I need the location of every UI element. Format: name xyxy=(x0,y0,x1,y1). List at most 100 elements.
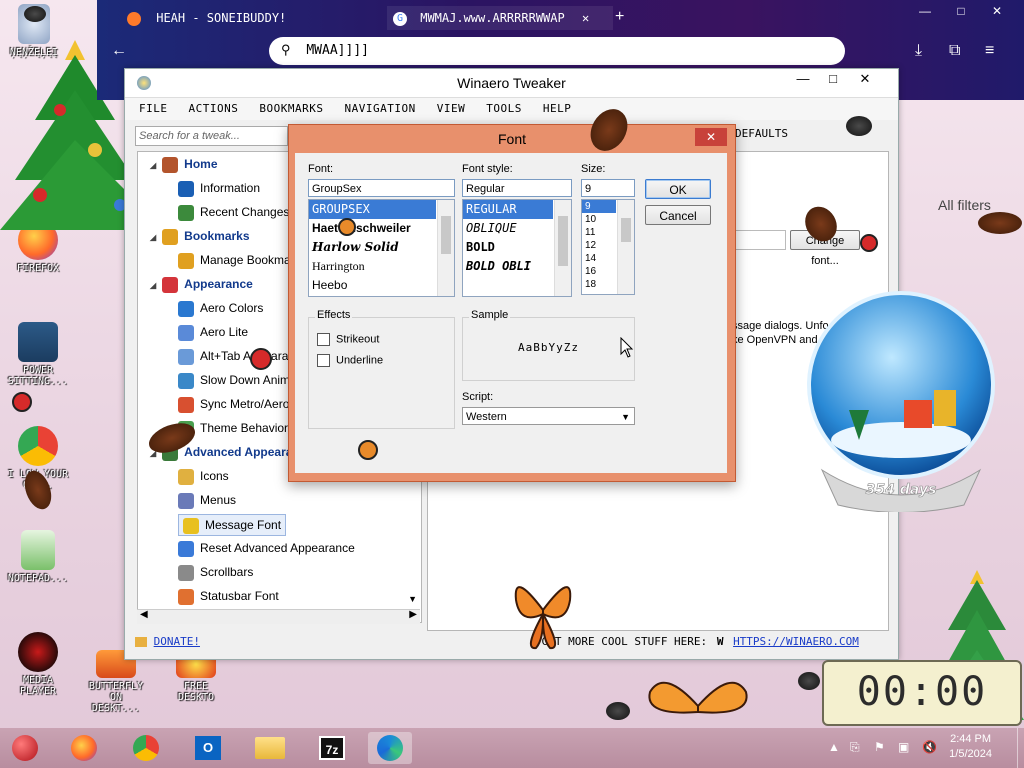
tree-item[interactable]: Aero Lite xyxy=(178,322,248,342)
taskbar-edge[interactable] xyxy=(368,732,412,764)
close-button[interactable]: ✕ xyxy=(979,4,1015,18)
all-filters-label[interactable]: All filters xyxy=(938,197,991,213)
power-settings-icon xyxy=(18,322,58,362)
tree-node-icon xyxy=(178,204,194,221)
ok-button[interactable]: OK xyxy=(645,179,711,199)
search-icon: ⚲ xyxy=(281,43,291,58)
tree-item[interactable]: Message Font xyxy=(178,514,287,536)
font-name-field[interactable]: GroupSex xyxy=(308,179,455,197)
menu-file[interactable]: FILE xyxy=(139,102,168,115)
new-tab-button[interactable]: + xyxy=(615,8,624,26)
script-select[interactable]: Western ▼ xyxy=(462,407,635,425)
back-arrow-icon[interactable]: ← xyxy=(111,42,127,60)
tree-item[interactable]: Statusbar Font xyxy=(178,586,279,606)
tree-item[interactable]: Icons xyxy=(178,466,229,486)
chevron-down-icon: ▼ xyxy=(621,412,630,422)
menu-view[interactable]: VIEW xyxy=(437,102,466,115)
expand-arrow-icon[interactable]: ◢ xyxy=(150,233,156,242)
font-list-item[interactable]: Heebo xyxy=(309,276,454,295)
maximize-button[interactable]: □ xyxy=(818,71,848,91)
font-list-item[interactable]: GROUPSEX xyxy=(309,200,436,219)
taskbar-firefox[interactable] xyxy=(62,732,106,764)
donate-link[interactable]: DONATE! xyxy=(154,635,200,648)
menu-navigation[interactable]: NAVIGATION xyxy=(344,102,415,115)
tree-item[interactable]: Menus xyxy=(178,490,236,510)
menu-tools[interactable]: TOOLS xyxy=(486,102,522,115)
winaero-logo-icon: W xyxy=(716,635,724,648)
search-input[interactable]: Search for a tweak... xyxy=(135,126,288,146)
close-tab-icon[interactable]: ✕ xyxy=(582,11,589,25)
winaero-link[interactable]: HTTPS://WINAERO.COM xyxy=(733,635,859,648)
network-icon[interactable]: ⎘ xyxy=(850,740,860,755)
desktop-icon-media-player[interactable]: MEDIA PLAYER xyxy=(6,632,70,697)
tree-item[interactable]: Scrollbars xyxy=(178,562,253,582)
outlook-icon: O xyxy=(195,736,221,760)
browser-tab-1[interactable]: HEAH - SONEIBUDDY! xyxy=(127,6,357,30)
cancel-button[interactable]: Cancel xyxy=(645,205,711,225)
expand-arrow-icon[interactable]: ◢ xyxy=(150,281,156,290)
menu-help[interactable]: HELP xyxy=(543,102,572,115)
font-style-list[interactable]: REGULAR OBLIQUE BOLD BOLD OBLI xyxy=(462,199,572,297)
font-size-list[interactable]: 9 10 11 12 14 16 18 xyxy=(581,199,635,295)
scroll-left-icon[interactable]: ◀ xyxy=(140,609,148,620)
expand-arrow-icon[interactable]: ◢ xyxy=(150,161,156,170)
dialog-close-button[interactable]: ✕ xyxy=(695,128,727,146)
maximize-button[interactable]: □ xyxy=(943,4,979,18)
minimize-button[interactable]: — xyxy=(788,71,818,91)
font-list-item[interactable]: Harlow Solid xyxy=(309,238,454,257)
address-bar[interactable]: ⚲ MWAA]]]] xyxy=(269,37,845,65)
taskbar-file-explorer[interactable] xyxy=(248,732,292,764)
extensions-icon[interactable]: ⧉ xyxy=(949,42,960,60)
font-size-scrollbar[interactable] xyxy=(617,200,634,294)
tree-category[interactable]: ◢ Bookmarks xyxy=(150,226,250,246)
downloads-icon[interactable]: ⤓ xyxy=(915,42,922,60)
tree-category[interactable]: ◢ Appearance xyxy=(150,274,253,294)
edge-icon xyxy=(377,735,403,761)
tree-item[interactable]: Reset Advanced Appearance xyxy=(178,538,355,558)
font-list-item[interactable]: Haettenschweiler xyxy=(309,219,454,238)
tree-node-label: Home xyxy=(184,157,218,171)
horizontal-scrollbar[interactable]: ◀ ▶ xyxy=(137,609,420,624)
tree-scroll-down-icon[interactable]: ▼ xyxy=(408,594,417,604)
menu-icon[interactable]: ≡ xyxy=(985,42,994,60)
tree-item[interactable]: Recent Changes xyxy=(178,202,289,222)
tree-node-icon xyxy=(178,252,194,269)
tree-category[interactable]: ◢ Home xyxy=(150,154,218,174)
font-list-scrollbar[interactable] xyxy=(437,200,454,296)
flag-icon[interactable]: ⚑ xyxy=(874,740,885,754)
font-style-field[interactable]: Regular xyxy=(462,179,572,197)
show-desktop-button[interactable] xyxy=(1017,728,1024,768)
menu-bar: FILE ACTIONS BOOKMARKS NAVIGATION VIEW TOOLS H… xyxy=(125,98,898,120)
display-icon[interactable]: ▣ xyxy=(898,740,909,754)
font-size-item[interactable]: 9 xyxy=(582,200,616,213)
menu-bookmarks[interactable]: BOOKMARKS xyxy=(259,102,323,115)
volume-muted-icon[interactable]: 🔇 xyxy=(922,740,937,754)
taskbar-chrome[interactable] xyxy=(124,732,168,764)
taskbar-7zip[interactable]: 7z xyxy=(310,732,354,764)
font-list[interactable]: GROUPSEX Haettenschweiler Harlow Solid H… xyxy=(308,199,455,297)
close-button[interactable]: ✕ xyxy=(850,71,880,91)
font-list-item[interactable]: Harrington xyxy=(309,257,454,276)
tree-item[interactable]: Sync Metro/Aero xyxy=(178,394,289,414)
show-hidden-icons-icon[interactable]: ▲ xyxy=(828,740,840,754)
desktop-icon-notepad[interactable]: NOTEPAD... xyxy=(6,530,70,584)
underline-checkbox[interactable]: Underline xyxy=(317,354,383,367)
desktop-icon-power-settings[interactable]: POWER SITTING... xyxy=(6,322,70,387)
font-style-scrollbar[interactable] xyxy=(554,200,571,296)
globe-days-text: 354 days xyxy=(866,482,937,498)
reset-defaults-link[interactable]: DEFAULTS xyxy=(735,127,788,140)
tree-node-label: Reset Advanced Appearance xyxy=(200,541,355,555)
font-size-field[interactable]: 9 xyxy=(581,179,635,197)
countdown-timer: 00:00 xyxy=(822,660,1022,726)
tree-item[interactable]: Information xyxy=(178,178,260,198)
taskbar-outlook[interactable]: O xyxy=(186,732,230,764)
clock[interactable]: 2:44 PM 1/5/2024 xyxy=(949,732,992,762)
font-style-item[interactable]: REGULAR xyxy=(463,200,553,219)
menu-actions[interactable]: ACTIONS xyxy=(189,102,239,115)
minimize-button[interactable]: — xyxy=(907,4,943,18)
strikeout-checkbox[interactable]: Strikeout xyxy=(317,333,379,346)
scroll-right-icon[interactable]: ▶ xyxy=(409,609,417,620)
tree-item[interactable]: Aero Colors xyxy=(178,298,263,318)
start-button[interactable] xyxy=(2,732,48,764)
browser-tab-2[interactable]: G MWMAJ.www.ARRRRRWWAP ✕ xyxy=(387,6,613,30)
